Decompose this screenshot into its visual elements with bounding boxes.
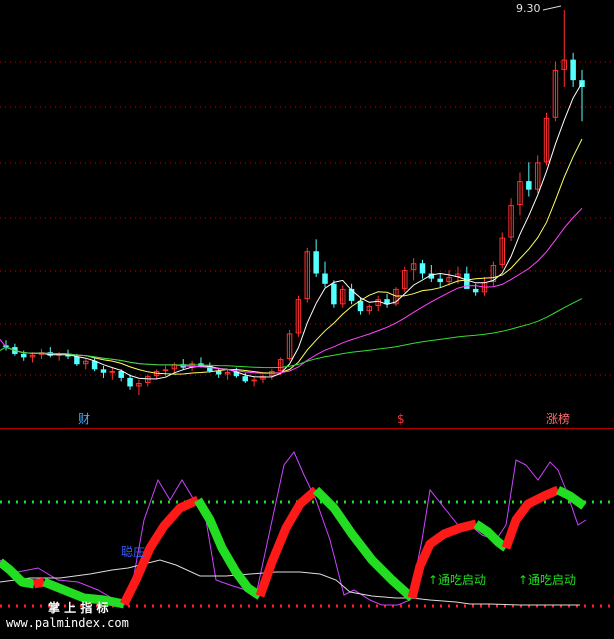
annotation-start-1: ↑通吃启动 [428, 573, 486, 587]
candle-body [109, 371, 116, 373]
candle-body [570, 59, 576, 81]
candle-body [526, 181, 532, 190]
candle-body [215, 371, 222, 375]
price-grid [0, 61, 614, 376]
high-price-label: 9.30 [516, 2, 541, 15]
candle-body [437, 278, 443, 283]
candle-body [242, 376, 249, 382]
candlestick-series [3, 10, 585, 395]
osc-band-green [0, 558, 35, 589]
ma-short-line [5, 82, 583, 380]
moving-averages [0, 82, 583, 380]
candle-body [419, 263, 426, 274]
ma-very-long-line [0, 298, 583, 369]
osc-purple-line [0, 451, 587, 606]
candle-body [74, 356, 80, 365]
candle-body [20, 353, 27, 358]
annotation-zhuang: 聪庄 [121, 544, 145, 559]
signal-markers: 财 $ 涨榜 [78, 411, 570, 426]
osc-band-red [33, 577, 45, 589]
ma-long-line [0, 207, 583, 375]
marker-dollar: $ [397, 412, 405, 426]
watermark-brand: 掌 上 指 标 [48, 600, 109, 615]
marker-cai: 财 [78, 412, 90, 426]
candle-body [357, 300, 364, 312]
stock-chart: 9.30 财 $ 涨榜 聪庄 ↑通吃启动 ↑通吃启动 掌 上 指 标 www.p… [0, 2, 614, 630]
candle-body [331, 283, 337, 305]
candle-body [322, 273, 328, 284]
high-pointer [542, 5, 562, 11]
ma-mid-line [5, 138, 583, 375]
candle-body [472, 288, 479, 293]
candle-body [162, 369, 169, 372]
candle-body [251, 379, 257, 382]
candle-body [313, 251, 319, 274]
osc-band-green [194, 497, 263, 600]
candle-body [100, 369, 107, 373]
osc-band-green [312, 486, 416, 602]
osc-band-red [501, 485, 560, 550]
annotation-start-2: ↑通吃启动 [518, 573, 576, 587]
watermark-url: www.palmindex.com [6, 616, 129, 630]
osc-band-green [473, 520, 509, 552]
osc-band-red [255, 486, 319, 598]
candle-body [127, 377, 133, 387]
marker-zhang: 涨榜 [546, 411, 570, 426]
